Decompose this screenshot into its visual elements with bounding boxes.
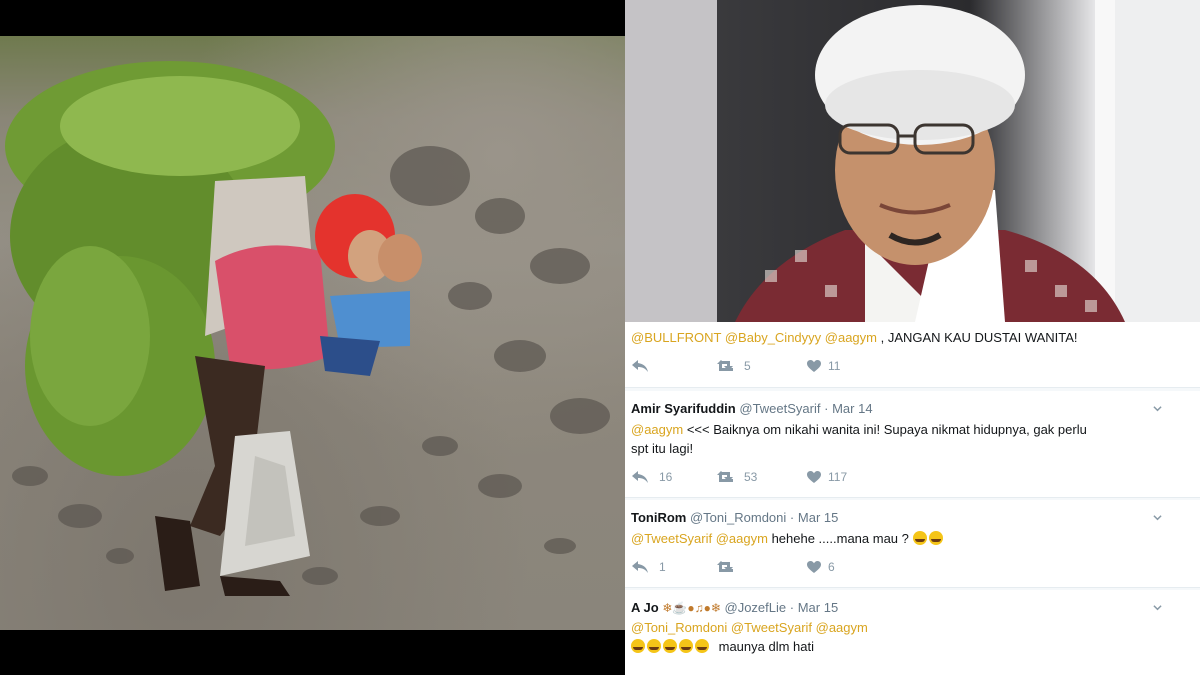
reply-icon xyxy=(632,471,648,483)
left-photo-panel xyxy=(0,0,625,675)
man-with-turban-photo xyxy=(625,0,1200,322)
heart-icon xyxy=(807,360,821,372)
heart-icon xyxy=(807,471,821,483)
tweet-text-line-1: @Toni_Romdoni @TweetSyarif @aagym xyxy=(631,620,868,635)
reply-icon xyxy=(632,360,648,372)
crying-laughing-emoji xyxy=(679,639,693,653)
separator-dot: · xyxy=(824,401,829,416)
tweet-text-line-2: maunya dlm hati xyxy=(631,639,814,654)
like-button[interactable]: 6 xyxy=(806,560,835,574)
tweet-mentions[interactable]: @TweetSyarif @aagym xyxy=(631,531,768,546)
tweet-date[interactable]: Mar 15 xyxy=(798,600,838,615)
tweet-item: ToniRom @Toni_Romdoni · Mar 15 @TweetSya… xyxy=(625,500,1200,588)
tweet-mentions[interactable]: @Toni_Romdoni @TweetSyarif @aagym xyxy=(631,620,868,635)
like-count: 11 xyxy=(828,359,841,373)
tweet-body: <<< Baiknya om nikahi wanita ini! Supaya… xyxy=(683,422,1087,437)
tweet-actions: 5 11 xyxy=(631,359,1191,377)
separator-dot: · xyxy=(789,510,795,525)
retweet-count: 5 xyxy=(744,359,751,373)
tweet-text-line-1: @TweetSyarif @aagym hehehe .....mana mau… xyxy=(631,531,945,546)
reply-button[interactable]: 1 xyxy=(631,560,666,574)
reply-count: 16 xyxy=(659,470,673,484)
display-name[interactable]: A Jo xyxy=(631,600,659,615)
tweet-date[interactable]: Mar 15 xyxy=(798,510,838,525)
retweet-button[interactable] xyxy=(716,560,738,574)
tweet-item: @BULLFRONT @Baby_Cindyyy @aagym , JANGAN… xyxy=(625,322,1200,388)
crying-laughing-emoji xyxy=(631,639,645,653)
tweet-actions: 1 6 xyxy=(631,560,1191,578)
tweet-item: Amir Syarifuddin @TweetSyarif · Mar 14 @… xyxy=(625,391,1200,498)
tweet-header: ToniRom @Toni_Romdoni · Mar 15 xyxy=(631,510,838,525)
tweet-mentions[interactable]: @BULLFRONT @Baby_Cindyyy @aagym xyxy=(631,330,877,345)
display-name[interactable]: ToniRom xyxy=(631,510,686,525)
crying-laughing-emoji xyxy=(928,531,943,545)
separator-dot: · xyxy=(789,600,795,615)
chevron-down-icon[interactable] xyxy=(1153,404,1162,413)
crying-laughing-emoji xyxy=(647,639,661,653)
reply-button[interactable] xyxy=(631,359,649,373)
tweet-mentions[interactable]: @aagym xyxy=(631,422,683,437)
tweet-body: , JANGAN KAU DUSTAI WANITA! xyxy=(876,330,1078,345)
user-handle[interactable]: @TweetSyarif xyxy=(739,401,820,416)
reply-button[interactable]: 16 xyxy=(631,470,672,484)
like-count: 117 xyxy=(828,470,848,484)
reply-count: 1 xyxy=(659,560,666,574)
user-handle[interactable]: @JozefLie xyxy=(725,600,787,615)
name-emoji-decorations: ❄☕●♫●❄ xyxy=(662,601,721,615)
tweet-item: A Jo ❄☕●♫●❄ @JozefLie · Mar 15 @Toni_Rom… xyxy=(625,590,1200,675)
woman-carrying-grass-photo xyxy=(0,36,625,630)
retweet-icon xyxy=(717,360,733,371)
display-name[interactable]: Amir Syarifuddin xyxy=(631,401,736,416)
retweet-icon xyxy=(717,561,733,572)
tweet-text-line-1: @aagym <<< Baiknya om nikahi wanita ini!… xyxy=(631,422,1087,437)
crying-laughing-emoji xyxy=(912,531,927,545)
retweet-count: 53 xyxy=(744,470,758,484)
retweet-icon xyxy=(717,471,733,482)
like-button[interactable]: 117 xyxy=(806,470,847,484)
tweet-header: A Jo ❄☕●♫●❄ @JozefLie · Mar 15 xyxy=(631,600,838,615)
tweet-body: hehehe .....mana mau ? xyxy=(767,531,909,546)
reply-icon xyxy=(632,561,648,573)
heart-icon xyxy=(807,561,821,573)
tweet-actions: 16 53 117 xyxy=(631,470,1191,488)
retweet-button[interactable]: 53 xyxy=(716,470,757,484)
like-count: 6 xyxy=(828,560,835,574)
tweet-thread: @BULLFRONT @Baby_Cindyyy @aagym , JANGAN… xyxy=(625,322,1200,675)
user-handle[interactable]: @Toni_Romdoni xyxy=(690,510,786,525)
crying-laughing-emoji xyxy=(663,639,677,653)
tweet-date[interactable]: Mar 14 xyxy=(832,401,872,416)
retweet-button[interactable]: 5 xyxy=(716,359,751,373)
like-button[interactable]: 11 xyxy=(806,359,840,373)
tweet-text-line-2: spt itu lagi! xyxy=(631,441,694,456)
tweet-text: @BULLFRONT @Baby_Cindyyy @aagym , JANGAN… xyxy=(631,330,1078,345)
chevron-down-icon[interactable] xyxy=(1153,603,1162,612)
tweet-header: Amir Syarifuddin @TweetSyarif · Mar 14 xyxy=(631,401,873,416)
chevron-down-icon[interactable] xyxy=(1153,513,1162,522)
crying-laughing-emoji xyxy=(695,639,709,653)
